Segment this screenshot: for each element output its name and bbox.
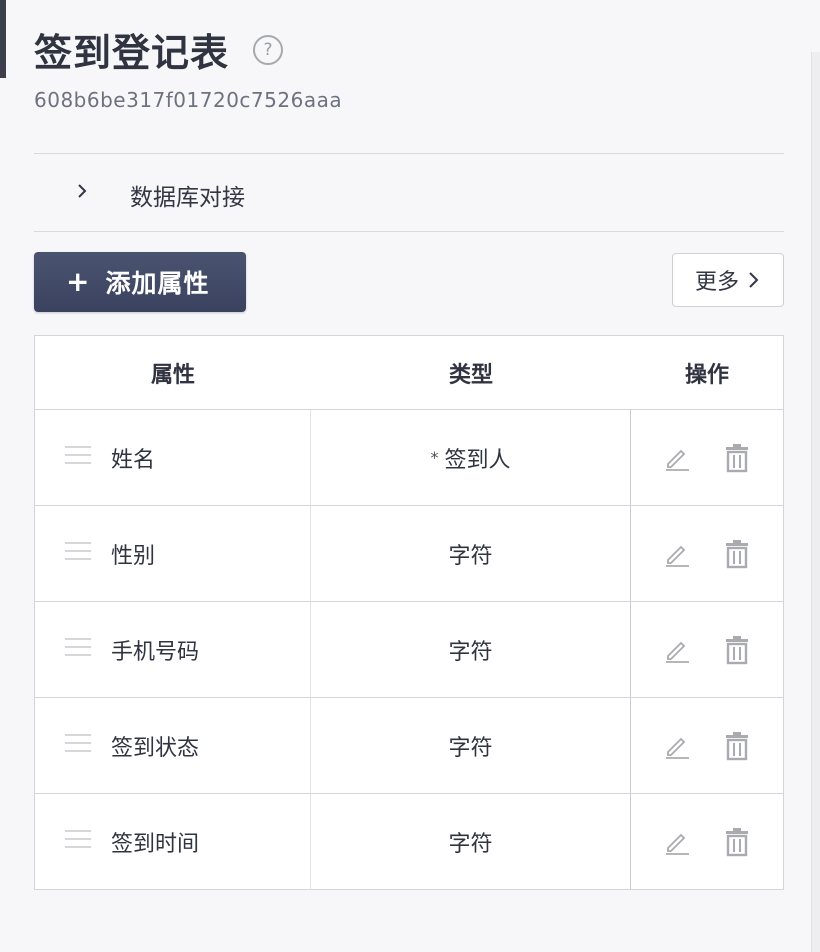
attribute-name: 手机号码 — [111, 639, 200, 665]
divider-bottom — [34, 231, 784, 232]
drag-handle-icon[interactable] — [65, 638, 91, 660]
delete-icon[interactable] — [722, 827, 752, 857]
table-row: 手机号码 字符 — [35, 602, 783, 698]
form-id: 608b6be317f01720c7526aaa — [34, 88, 343, 112]
title-row: 签到登记表 ? — [34, 22, 284, 77]
header-attribute: 属性 — [151, 362, 196, 388]
attribute-cell: 签到状态 — [35, 698, 311, 793]
drag-handle-icon[interactable] — [65, 830, 91, 852]
add-attribute-button[interactable]: + 添加属性 — [34, 252, 246, 312]
table-row: 签到状态 字符 — [35, 698, 783, 794]
type-value: 字符 — [448, 831, 493, 857]
header-actions: 操作 — [684, 362, 729, 388]
table-header: 属性 类型 操作 — [35, 336, 783, 410]
edit-icon[interactable] — [662, 827, 692, 857]
actions-cell — [631, 602, 783, 697]
database-connection-toggle[interactable]: 数据库对接 — [34, 154, 784, 230]
attribute-cell: 手机号码 — [35, 602, 311, 697]
more-label: 更多 — [694, 270, 739, 295]
header-type: 类型 — [448, 362, 493, 388]
delete-icon[interactable] — [722, 443, 752, 473]
edit-icon[interactable] — [662, 635, 692, 665]
attributes-table: 属性 类型 操作 姓名 * 签到人 性别 字符 手机号码 字符 签到状态 字符 … — [34, 335, 784, 890]
type-value: 字符 — [448, 639, 493, 665]
table-row: 姓名 * 签到人 — [35, 410, 783, 506]
type-cell: 字符 — [311, 602, 631, 697]
attribute-name: 姓名 — [111, 447, 156, 473]
edit-icon[interactable] — [662, 731, 692, 761]
actions-cell — [631, 698, 783, 793]
drag-handle-icon[interactable] — [65, 734, 91, 756]
type-cell: * 签到人 — [311, 410, 631, 505]
page-title: 签到登记表 — [34, 31, 230, 75]
edit-icon[interactable] — [662, 443, 692, 473]
actions-cell — [631, 410, 783, 505]
drag-handle-icon[interactable] — [65, 446, 91, 468]
edit-icon[interactable] — [662, 539, 692, 569]
actions-cell — [631, 506, 783, 601]
type-cell: 字符 — [311, 698, 631, 793]
database-connection-label: 数据库对接 — [130, 185, 245, 211]
add-attribute-label: 添加属性 — [105, 269, 210, 298]
delete-icon[interactable] — [722, 539, 752, 569]
delete-icon[interactable] — [722, 731, 752, 761]
plus-icon: + — [66, 265, 90, 298]
attribute-cell: 姓名 — [35, 410, 311, 505]
more-button[interactable]: 更多 — [672, 253, 784, 307]
attribute-cell: 性别 — [35, 506, 311, 601]
table-row: 签到时间 字符 — [35, 794, 783, 889]
type-cell: 字符 — [311, 506, 631, 601]
table-row: 性别 字符 — [35, 506, 783, 602]
type-value: 签到人 — [444, 447, 511, 473]
attribute-name: 签到状态 — [111, 735, 200, 761]
help-icon[interactable]: ? — [253, 34, 284, 65]
chevron-right-icon — [749, 272, 759, 288]
scrollbar-track[interactable] — [811, 52, 820, 952]
help-glyph: ? — [263, 39, 273, 60]
type-value: 字符 — [448, 735, 493, 761]
actions-cell — [631, 794, 783, 889]
attribute-cell: 签到时间 — [35, 794, 311, 889]
type-value: 字符 — [448, 543, 493, 569]
attribute-name: 性别 — [111, 543, 156, 569]
attribute-name: 签到时间 — [111, 831, 200, 857]
chevron-right-icon — [78, 184, 87, 198]
delete-icon[interactable] — [722, 635, 752, 665]
required-marker: * — [430, 448, 439, 467]
drag-handle-icon[interactable] — [65, 542, 91, 564]
type-cell: 字符 — [311, 794, 631, 889]
window-edge — [0, 0, 6, 78]
